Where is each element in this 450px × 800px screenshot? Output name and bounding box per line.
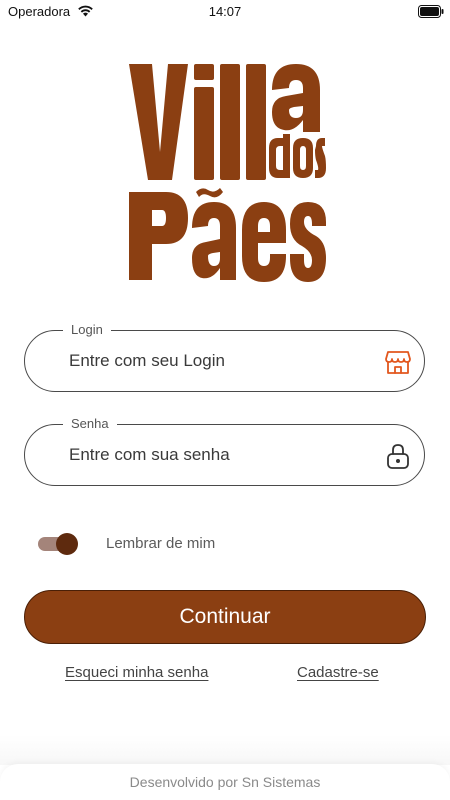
storefront-icon	[385, 351, 411, 374]
villa-dos-paes-logo	[129, 64, 326, 282]
battery-icon	[418, 5, 444, 18]
password-field[interactable]: Senha	[24, 416, 425, 486]
login-input[interactable]	[69, 331, 379, 391]
lock-icon	[387, 444, 409, 469]
password-input[interactable]	[69, 425, 379, 485]
remember-me-label: Lembrar de mim	[106, 535, 216, 552]
login-screen: Operadora 14:07 Login Entre com seu Logi…	[0, 0, 450, 800]
remember-me-toggle[interactable]	[38, 533, 78, 555]
status-bar: Operadora 14:07	[0, 0, 450, 24]
footer: Desenvolvido por Sn Sistemas	[0, 764, 450, 800]
developer-credit: Desenvolvido por Sn Sistemas	[129, 774, 321, 790]
footer-fade	[0, 735, 450, 765]
continue-button[interactable]: Continuar	[24, 590, 426, 644]
toggle-knob	[56, 533, 78, 555]
forgot-password-link[interactable]: Esqueci minha senha	[65, 664, 208, 681]
clock: 14:07	[208, 4, 242, 19]
login-field[interactable]: Login	[24, 322, 425, 392]
sign-up-link[interactable]: Cadastre-se	[297, 664, 379, 681]
